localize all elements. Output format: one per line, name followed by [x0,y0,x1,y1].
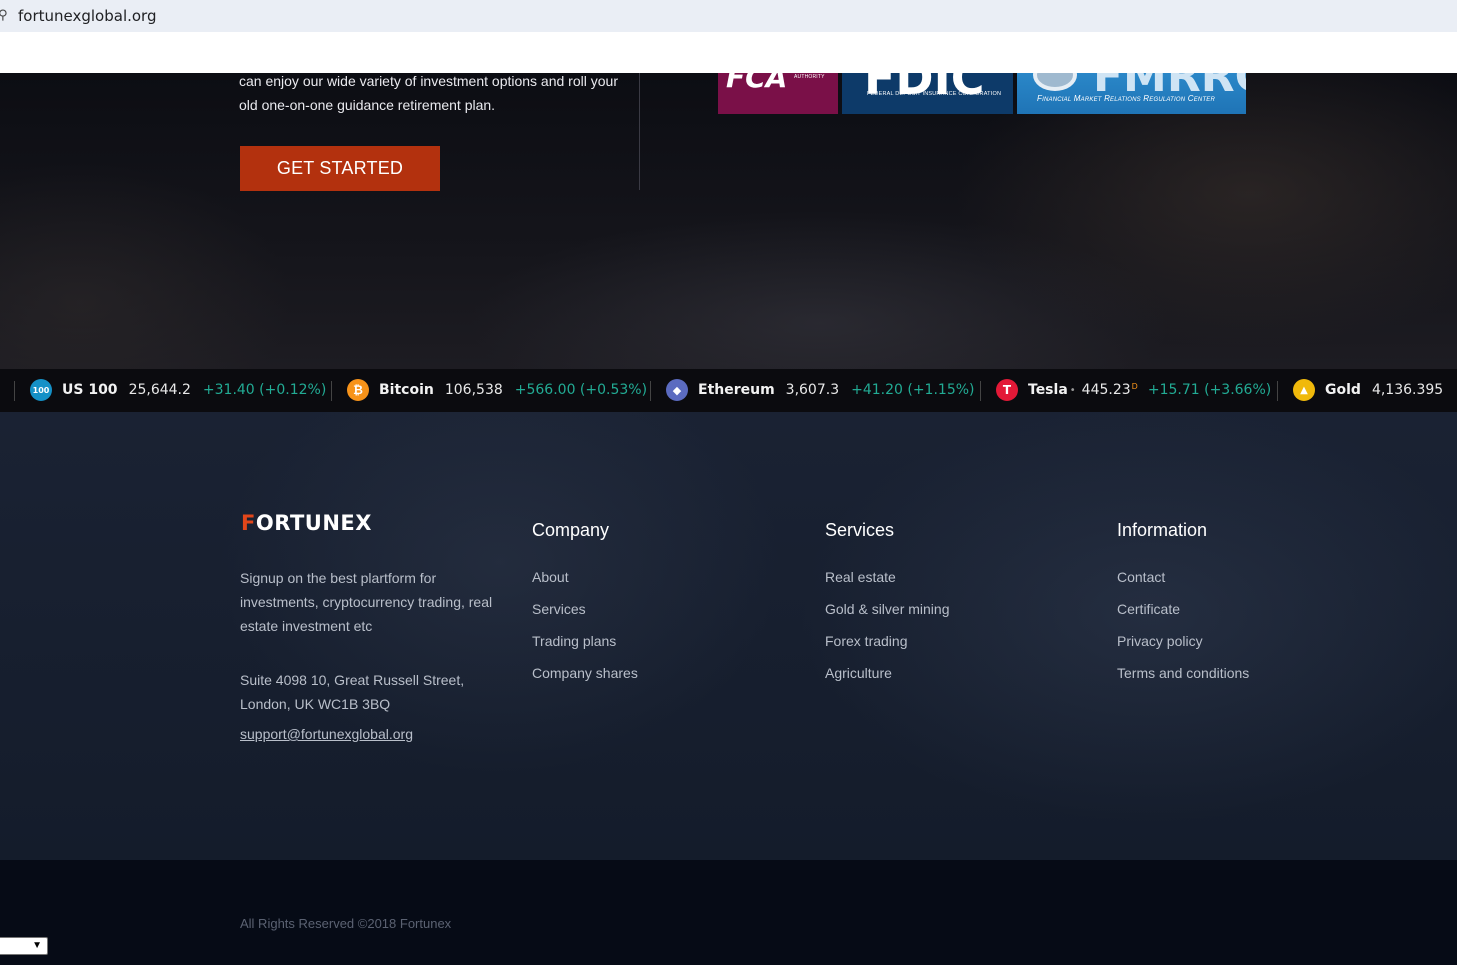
footer-link-contact[interactable]: Contact [1117,569,1249,601]
footer-column-information: Information Contact Certificate Privacy … [1117,520,1249,697]
ticker-name: Gold [1325,382,1361,398]
support-email-link[interactable]: support@fortunexglobal.org [240,726,413,742]
column-heading: Company [532,520,610,540]
ticker-price: 3,607.3 [785,382,840,398]
column-heading: Information [1117,520,1208,540]
ticker-price: 445.23 [1081,382,1131,398]
ticker-price: 106,538 [444,382,503,398]
ticker-divider [650,381,651,401]
ticker-divider [980,381,981,401]
fdic-logo: FDIC FEDERAL DEPOSIT INSURANCE CORPORATI… [842,73,1013,114]
get-started-button[interactable]: GET STARTED [240,146,440,191]
hero-section: can enjoy our wide variety of investment… [0,73,1457,369]
fca-logo: FCA AUTHORITY [718,73,838,114]
ticker-divider [331,381,332,401]
ticker-price: 25,644.2 [128,382,191,398]
ticker-delayed-flag: D [1131,381,1138,391]
footer-link-terms[interactable]: Terms and conditions [1117,665,1249,697]
footer-link-services[interactable]: Services [532,601,638,633]
ticker-change: +15.71 (+3.66%) [1147,382,1272,398]
copyright-text: All Rights Reserved ©2018 Fortunex [240,916,452,931]
tesla-icon: T [996,379,1018,401]
market-ticker[interactable]: 100 US 100 25,644.2 +31.40 (+0.12%) ₿ Bi… [0,369,1457,412]
footer-link-about[interactable]: About [532,569,638,601]
hero-description: can enjoy our wide variety of investment… [239,73,618,113]
ticker-name: Bitcoin [379,382,434,398]
market-status-dot-icon: • [1069,384,1076,396]
footer-link-certificate[interactable]: Certificate [1117,601,1249,633]
ticker-change: +31.40 (+0.12%) [202,382,327,398]
ticker-change: +41.20 (+1.15%) [851,382,975,398]
footer-link-company-shares[interactable]: Company shares [532,665,638,697]
gold-icon: ▲ [1293,379,1315,401]
ticker-divider [1277,381,1278,401]
column-heading: Services [825,520,895,540]
ticker-item-us100[interactable]: 100 US 100 25,644.2 +31.40 (+0.12%) [30,378,326,402]
fmrrc-seal-icon [1033,73,1077,91]
footer-link-forex-trading[interactable]: Forex trading [825,633,950,665]
ticker-name: Tesla [1028,382,1068,398]
site-footer: FORTUNEX Signup on the best plartform fo… [0,412,1457,860]
ticker-name: Ethereum [698,382,775,398]
logo-wordmark: ORTUNEX [255,511,372,535]
footer-address: Suite 4098 10, Great Russell Street, Lon… [240,672,465,712]
footer-link-agriculture[interactable]: Agriculture [825,665,950,697]
language-select[interactable]: ▼ [0,937,48,955]
footer-column-company: Company About Services Trading plans Com… [532,520,638,697]
footer-bottom-bar: All Rights Reserved ©2018 Fortunex ▼ [0,860,1457,965]
footer-link-trading-plans[interactable]: Trading plans [532,633,638,665]
fortunex-logo[interactable]: FORTUNEX [241,511,372,535]
footer-column-services: Services Real estate Gold & silver minin… [825,520,950,697]
chevron-down-icon: ▼ [32,940,42,951]
us100-icon: 100 [30,379,52,401]
ticker-price: 4,136.395 [1371,382,1444,398]
ethereum-icon: ◆ [666,379,688,401]
footer-link-real-estate[interactable]: Real estate [825,569,950,601]
ticker-divider [14,381,15,401]
ticker-item-ethereum[interactable]: ◆ Ethereum 3,607.3 +41.20 (+1.15%) [666,378,975,402]
ticker-name: US 100 [62,382,118,398]
site-settings-icon[interactable]: ⚲ [0,8,8,23]
ticker-item-bitcoin[interactable]: ₿ Bitcoin 106,538 +566.00 (+0.53%) [347,378,647,402]
footer-description: Signup on the best plartform for investm… [240,570,493,634]
bitcoin-icon: ₿ [347,379,369,401]
logo-mark: F [241,511,256,535]
fmrrc-logo: FMRRC Financial Market Relations Regulat… [1017,73,1246,114]
footer-link-gold-silver-mining[interactable]: Gold & silver mining [825,601,950,633]
ticker-change: +566.00 (+0.53%) [514,382,648,398]
browser-address-bar[interactable]: ⚲ fortunexglobal.org [0,0,1457,32]
ticker-item-gold[interactable]: ▲ Gold 4,136.395 [1293,378,1455,402]
footer-link-privacy-policy[interactable]: Privacy policy [1117,633,1249,665]
site-header-bar [0,32,1457,73]
url-text[interactable]: fortunexglobal.org [18,7,156,25]
hero-divider [639,73,640,190]
ticker-item-tesla[interactable]: T Tesla • 445.23 D +15.71 (+3.66%) [996,378,1271,402]
